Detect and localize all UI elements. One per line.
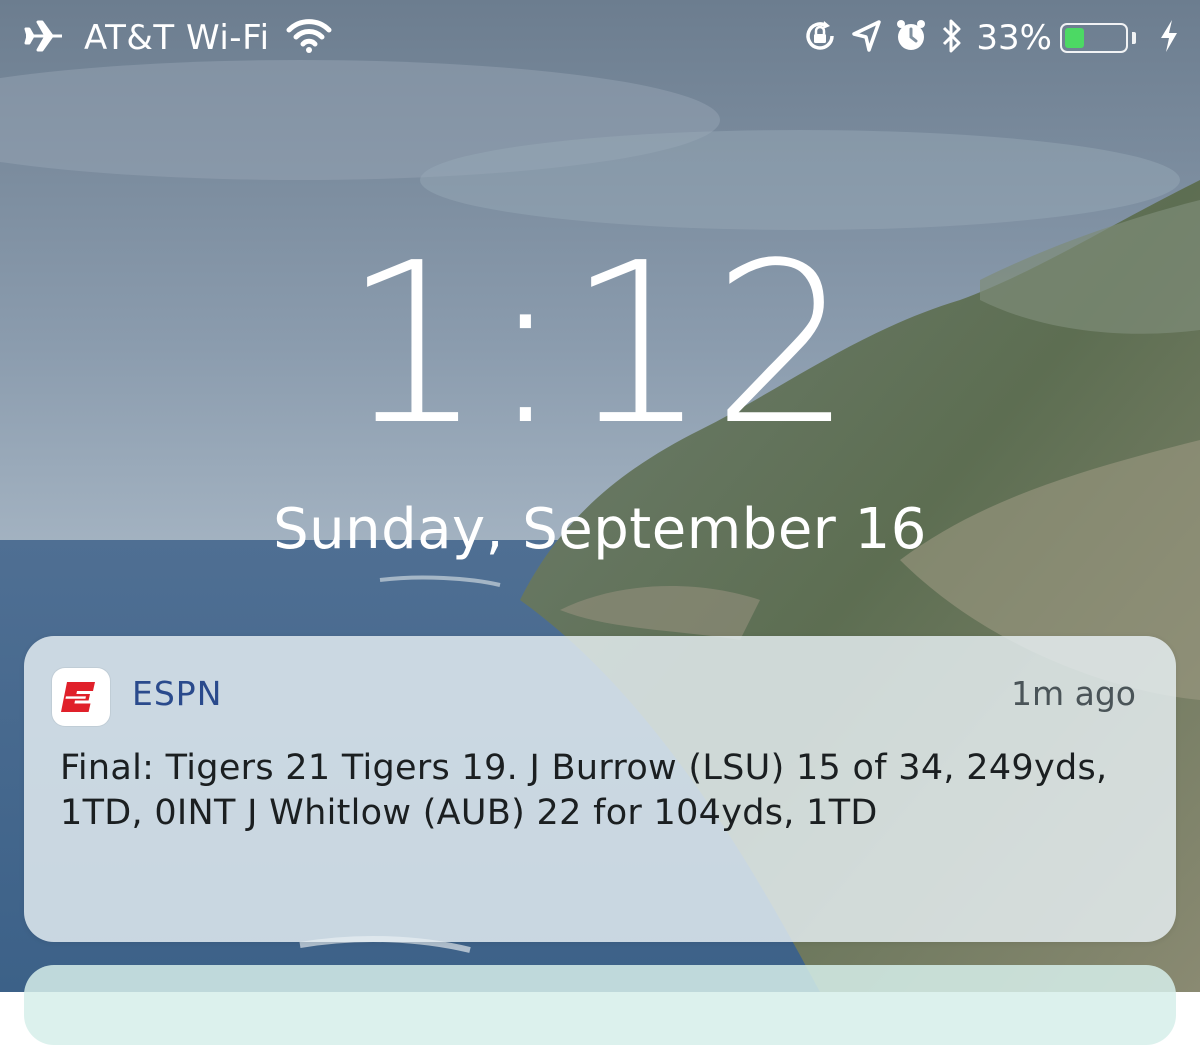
battery-icon [1060,23,1128,53]
location-icon [850,19,882,57]
charging-bolt-icon [1158,18,1180,58]
rotation-lock-icon [802,18,838,58]
lock-screen-date: Sunday, September 16 [273,497,927,562]
notification-body: Final: Tigers 21 Tigers 19. J Burrow (LS… [60,748,1108,833]
espn-notification[interactable]: ESPN 1m ago Final: Tigers 21 Tigers 19. … [24,636,1176,942]
status-bar-left: AT&T Wi-Fi [18,14,338,62]
alarm-icon [894,18,928,58]
status-bar: AT&T Wi-Fi 33% [0,0,1200,76]
battery-nub [1132,32,1136,44]
notification-app-name: ESPN [132,674,223,713]
wifi-icon [286,19,332,57]
status-bar-right: 33% [796,14,1186,62]
battery-percent: 33% [976,18,1052,58]
carrier-label: AT&T Wi-Fi [84,18,270,58]
lock-screen-time: 1:12 [342,216,858,474]
airplane-icon [24,19,64,57]
bluetooth-icon [940,18,964,58]
espn-app-icon [52,668,110,726]
notification-time: 1m ago [1011,674,1136,713]
notification-header: ESPN 1m ago [52,666,1136,726]
next-notification[interactable] [24,965,1176,1045]
battery-level-fill [1065,28,1084,48]
